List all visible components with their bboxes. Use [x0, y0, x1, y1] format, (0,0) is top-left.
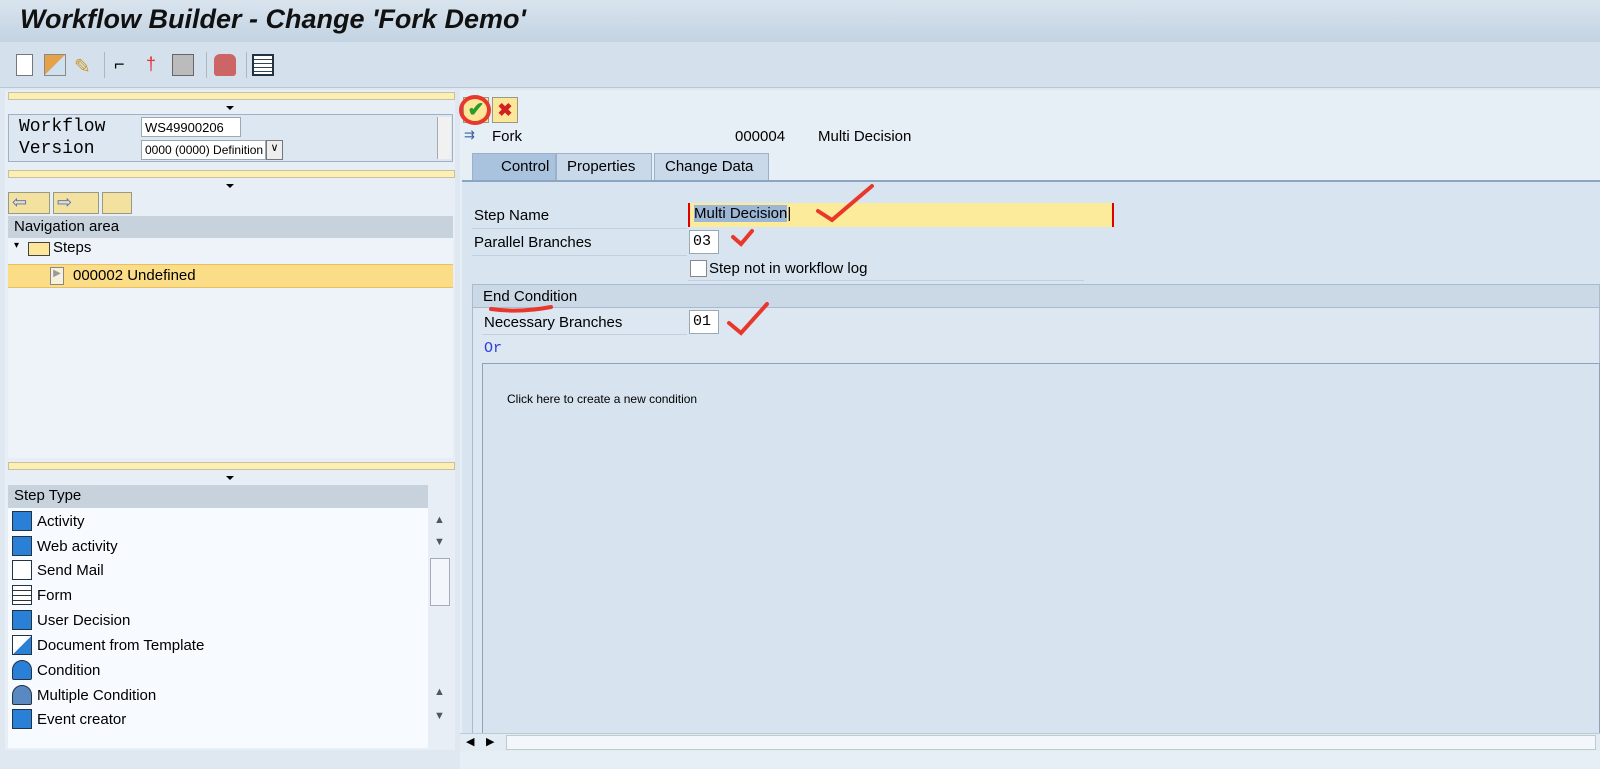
- annotation-circle: [459, 95, 491, 125]
- annotation-checkmark: [731, 229, 754, 247]
- annotation-checkmark: [727, 302, 769, 336]
- annotation-checkmark: [816, 184, 874, 223]
- annotation-underline: [489, 305, 553, 313]
- annotation-overlay: [459, 95, 874, 336]
